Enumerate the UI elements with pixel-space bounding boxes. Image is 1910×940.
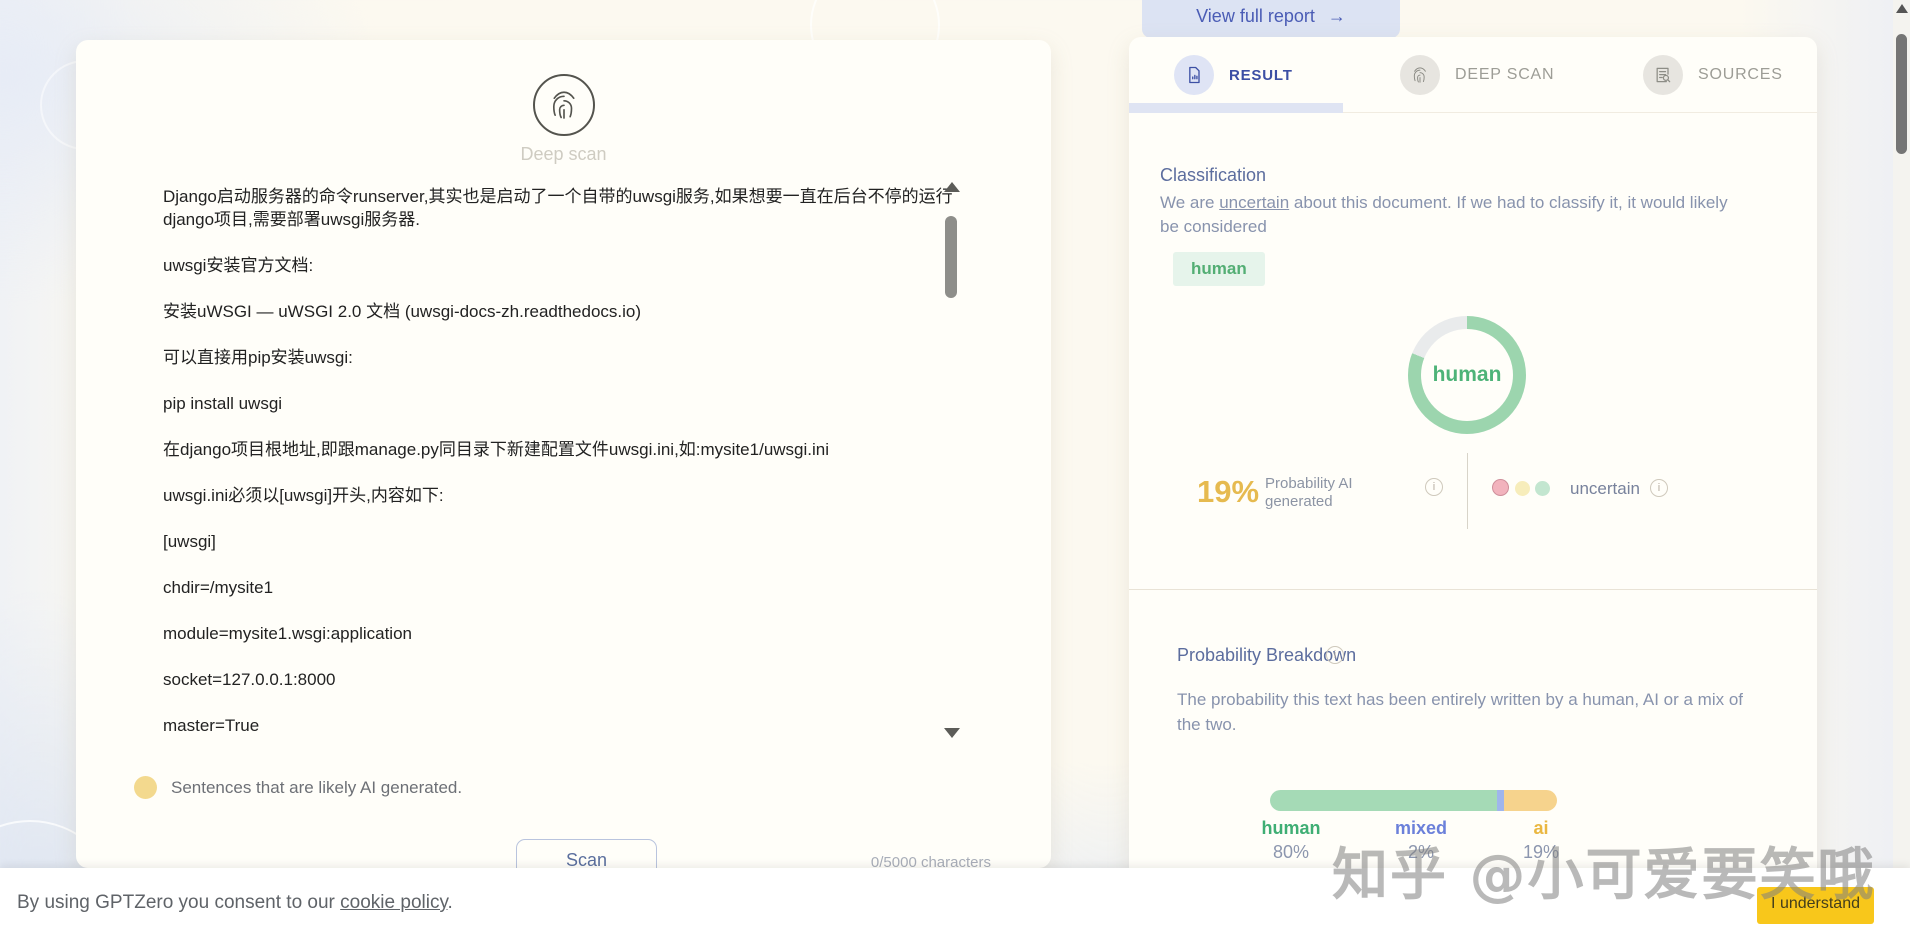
confidence-dot-mixed [1515,481,1530,496]
bar-label-ai: ai 19% [1522,818,1560,862]
page-scrollbar-thumb[interactable] [1896,34,1907,154]
result-tab-bar: RESULT DEEP SCAN SOURCES [1129,37,1817,113]
document-line: 在django项目根地址,即跟manage.py同目录下新建配置文件uwsgi.… [163,440,830,459]
document-text[interactable]: Django启动服务器的命令runserver,其实也是启动了一个自带的uwsg… [163,162,963,760]
info-icon[interactable]: i [1425,478,1443,496]
scan-button[interactable]: Scan [516,839,657,868]
ai-sentence-legend: Sentences that are likely AI generated. [134,776,462,799]
document-input-card: Deep scan Django启动服务器的命令runserver,其实也是启动… [76,40,1051,868]
probability-breakdown-bar [1270,790,1557,811]
character-counter: 0/5000 characters [870,854,991,868]
tab-result[interactable]: RESULT [1174,55,1293,95]
uncertain-link: uncertain [1219,193,1290,212]
scroll-up-icon[interactable] [1896,4,1908,13]
view-full-report-label: View full report [1196,6,1315,26]
document-line: chdir=/mysite1 [163,578,274,597]
ai-probability-caption: Probability AI generated [1265,475,1353,510]
confidence-label: uncertain [1570,479,1640,498]
classification-body: We are uncertain about this document. If… [1160,193,1728,236]
ai-probability-value: 19% [1197,474,1260,509]
fingerprint-icon [1400,55,1440,95]
document-chart-icon [1174,55,1214,95]
tab-sources[interactable]: SOURCES [1643,55,1783,95]
textarea-scroll-down-icon[interactable] [944,728,960,738]
confidence-dot-ai [1492,479,1509,496]
document-line: Django启动服务器的命令runserver,其实也是启动了一个自带的uwsg… [163,187,953,229]
bar-segment-human [1270,790,1497,811]
document-line: 安装uWSGI — uWSGI 2.0 文档 (uwsgi-docs-zh.re… [163,302,642,321]
confidence-dot-human [1535,481,1550,496]
document-line: 可以直接用pip安装uwsgi: [163,348,353,367]
bar-segment-mixed [1496,790,1504,811]
tab-deep-scan[interactable]: DEEP SCAN [1400,55,1554,95]
donut-center-label: human [1432,363,1502,386]
right-arrow-icon: → [1327,6,1346,26]
document-line: master=True [163,716,260,735]
classification-heading: Classification [1160,165,1267,185]
cookie-banner-text: By using GPTZero you consent to our cook… [17,892,453,913]
deep-scan-fingerprint-icon [532,74,595,136]
cookie-accept-button[interactable]: I understand [1757,887,1874,924]
document-search-icon [1643,55,1683,95]
bar-label-mixed: mixed 2% [1394,818,1448,862]
document-line: module=mysite1.wsgi:application [163,624,412,643]
document-line: uwsgi安装官方文档: [163,256,314,275]
page-scrollbar[interactable] [1893,0,1910,940]
human-probability-donut: human [1408,316,1526,434]
probability-breakdown-description: The probability this text has been entir… [1177,690,1744,734]
ai-sentence-legend-label: Sentences that are likely AI generated. [171,777,463,797]
result-panel-card: RESULT DEEP SCAN SOURCES Classification … [1129,37,1817,940]
ai-sentence-legend-dot-icon [134,776,157,799]
cookie-policy-link[interactable]: cookie policy [340,892,447,913]
bar-segment-ai [1503,790,1557,811]
tab-sources-label: SOURCES [1698,66,1783,83]
document-line: socket=127.0.0.1:8000 [163,670,336,689]
vertical-divider [1467,453,1468,529]
document-line: [uwsgi] [163,532,216,551]
textarea-scroll-up-icon[interactable] [944,182,960,192]
tab-deep-scan-label: DEEP SCAN [1455,66,1555,83]
textarea-scrollbar-thumb[interactable] [945,216,957,298]
cookie-banner: By using GPTZero you consent to our cook… [0,868,1910,940]
document-line: pip install uwsgi [163,394,283,413]
tab-result-label: RESULT [1229,66,1293,84]
info-icon[interactable]: i [1650,479,1668,497]
bar-label-human: human 80% [1261,818,1321,862]
view-full-report-button[interactable]: View full report → [1142,0,1400,38]
document-line: uwsgi.ini必须以[uwsgi]开头,内容如下: [163,486,444,505]
active-tab-indicator [1129,103,1343,113]
classification-badge: human [1173,252,1265,286]
section-divider [1129,589,1817,590]
info-icon[interactable]: i [1326,646,1344,664]
